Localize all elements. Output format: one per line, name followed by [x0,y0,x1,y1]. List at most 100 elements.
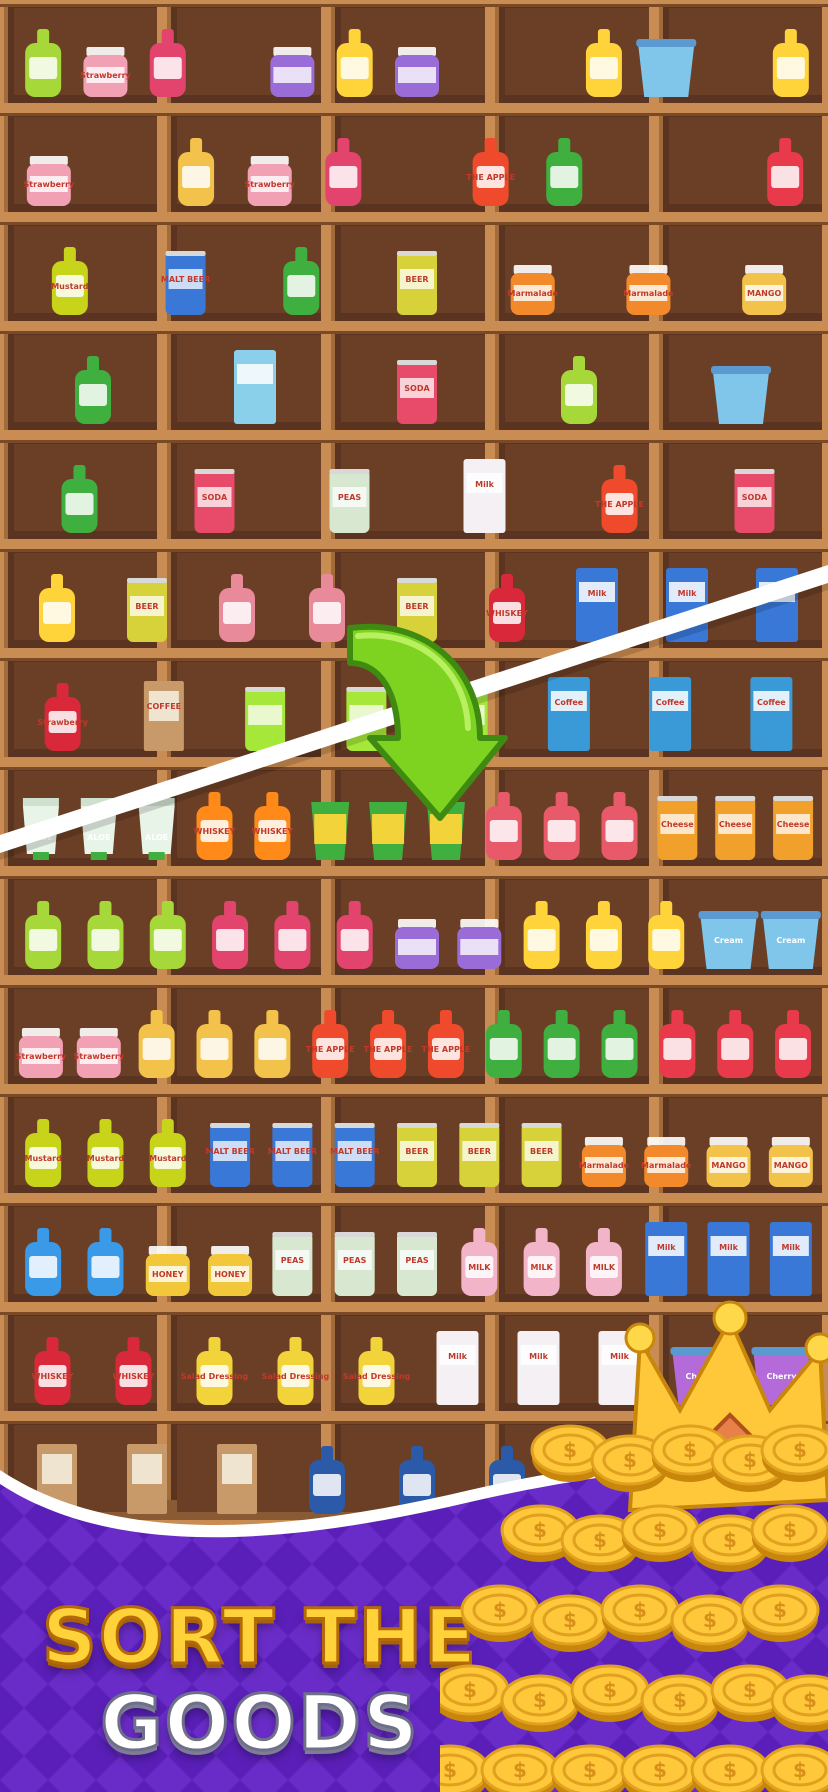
product-carton[interactable]: Milk [463,459,506,533]
product-jar[interactable]: Marmalade [623,265,674,315]
product-can[interactable]: MALT BEER [330,1123,379,1187]
svg-text:$: $ [443,1758,457,1782]
product-label-text: SODA [202,493,228,502]
product-can[interactable]: BEER [397,251,437,315]
product-can[interactable]: PEAS [329,469,370,533]
product-can[interactable]: Cheese [773,796,814,860]
product-jar[interactable]: Strawberry [73,1028,125,1078]
svg-text:$: $ [533,1518,547,1542]
product-label-text: Milk [781,1243,800,1252]
jar-lid [29,156,68,165]
product-can[interactable]: MALT BEER [161,251,210,315]
svg-text:$: $ [633,1598,647,1622]
bottle-neck [208,792,221,808]
product-jar[interactable]: MANGO [768,1137,813,1187]
product-jar[interactable] [395,919,439,969]
product-tub[interactable]: Cream [698,911,759,969]
product-carton[interactable]: Milk [645,1222,688,1296]
product-can[interactable]: MALT BEER [268,1123,317,1187]
product-label-text: Salad Dressing [181,1372,249,1381]
bottle-label [547,820,576,842]
bottle-label [182,166,211,188]
bottle-neck [37,1119,50,1135]
product-can[interactable]: BEER [127,578,167,642]
game-screen: Strawberry Strawberry Strawberry THE APPLE M… [0,0,828,1792]
bottle-neck [99,901,112,917]
product-can[interactable]: BEER [521,1123,562,1187]
product-jar[interactable]: Strawberry [244,156,296,206]
product-can[interactable]: Cheese [715,796,756,860]
product-jar[interactable]: Marmalade [579,1137,630,1187]
product-can[interactable]: MALT BEER [205,1123,255,1187]
product-can[interactable]: SODA [734,469,775,533]
product-can[interactable]: BEER [459,1123,500,1187]
product-can[interactable]: BEER [397,1123,437,1187]
product-carton[interactable]: Milk [769,1222,812,1296]
bottle-neck [99,1119,112,1135]
product-label-text: Salad Dressing [262,1372,330,1381]
product-jar[interactable]: Strawberry [16,1028,67,1078]
gold-coin-icon: $ [500,1674,580,1732]
gold-coin-icon: $ [760,1744,828,1792]
tub-lid [760,911,821,919]
bottle-label [91,1256,120,1278]
product-carton[interactable]: Coffee [750,677,793,751]
svg-text:$: $ [793,1758,807,1782]
bottle-neck [497,1010,510,1026]
product-carton[interactable] [234,350,276,424]
svg-text:$: $ [583,1758,597,1782]
product-carton[interactable]: Coffee [547,677,590,751]
carton-label [237,364,273,384]
product-jar[interactable]: HONEY [208,1246,253,1296]
shelf-board-edge [0,222,828,225]
product-box[interactable]: COFFEE [143,681,184,751]
product-tub[interactable] [711,366,771,424]
product-jar[interactable]: HONEY [145,1246,190,1296]
product-label-text: BEER [135,602,158,611]
product-label-text: Cheese [719,820,752,829]
product-jar[interactable]: Strawberry [24,156,75,206]
product-label-text: Strawberry [24,180,75,189]
bottle-neck [787,1010,800,1026]
product-tub[interactable]: Cream [760,911,821,969]
product-label-text: MANGO [747,289,781,298]
bottle-neck [573,356,585,372]
product-can[interactable]: SODA [397,360,437,424]
product-jar[interactable] [457,919,502,969]
product-label-text: BEER [405,1147,428,1156]
product-label-text: Coffee [757,698,786,707]
product-can[interactable] [245,687,286,751]
product-label-text: COFFEE [147,702,182,711]
bottle-neck [161,29,174,45]
jar-lid [709,1137,748,1146]
bottle-label [153,57,182,79]
product-jar[interactable]: Marmalade [508,265,559,315]
product-jar[interactable] [270,47,315,97]
svg-text:$: $ [653,1518,667,1542]
shelf-cell [341,117,485,204]
product-label-text: Marmalade [641,1161,692,1170]
product-carton[interactable]: Coffee [649,677,692,751]
jar-lid [584,1137,623,1146]
jar-label [398,939,436,955]
product-carton[interactable]: Milk [707,1222,750,1296]
product-jar[interactable]: Marmalade [641,1137,692,1187]
product-tub[interactable] [636,39,697,97]
product-jar[interactable]: MANGO [706,1137,751,1187]
bottle-neck [501,574,513,590]
product-can[interactable]: PEAS [272,1232,313,1296]
product-carton[interactable]: Milk [576,568,618,642]
product-can[interactable]: PEAS [334,1232,375,1296]
bottle-label [605,820,634,842]
product-can[interactable]: SODA [194,469,235,533]
bottle-label [29,57,58,79]
product-can[interactable]: Cheese [657,796,698,860]
product-can[interactable]: PEAS [397,1232,437,1296]
product-jar[interactable] [395,47,439,97]
gold-coin-icon: $ [750,1504,828,1562]
product-jar[interactable]: MANGO [742,265,787,315]
carton-body [769,1222,812,1296]
gold-coin-icon: $ [640,1674,720,1732]
product-jar[interactable]: Strawberry [80,47,132,97]
svg-text:$: $ [703,1608,717,1632]
